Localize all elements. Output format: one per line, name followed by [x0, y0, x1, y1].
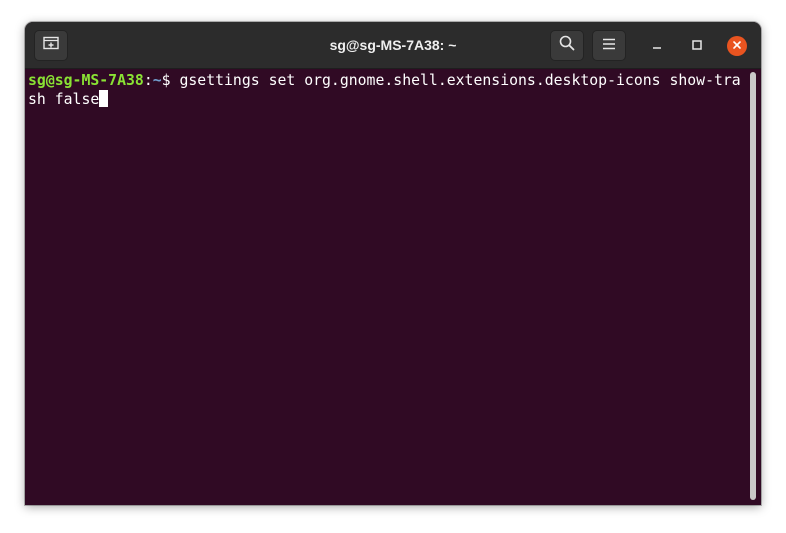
search-button[interactable] — [550, 30, 584, 61]
text-cursor — [99, 90, 109, 107]
minimize-icon — [652, 37, 662, 55]
prompt-user-host: sg@sg-MS-7A38 — [28, 72, 144, 89]
search-icon — [559, 35, 575, 56]
maximize-icon — [692, 37, 702, 55]
new-tab-button[interactable] — [34, 30, 68, 61]
prompt-separator: : — [143, 72, 153, 89]
close-button[interactable] — [727, 36, 747, 56]
command-text-line-1: gsettings set org.gnome.shell.extensions… — [179, 72, 741, 89]
scrollbar-thumb[interactable] — [750, 72, 756, 500]
maximize-button[interactable] — [687, 36, 707, 56]
terminal-area[interactable]: sg@sg-MS-7A38:~$ gsettings set org.gnome… — [25, 69, 761, 505]
minimize-button[interactable] — [647, 36, 667, 56]
hamburger-menu-icon — [602, 37, 616, 55]
terminal-output: sg@sg-MS-7A38:~$ gsettings set org.gnome… — [28, 71, 744, 109]
close-icon — [732, 37, 742, 55]
menu-button[interactable] — [592, 30, 626, 61]
new-tab-icon — [43, 36, 59, 55]
vertical-scrollbar[interactable] — [749, 72, 757, 500]
terminal-window: sg@sg-MS-7A38: ~ sg@sg-MS-7A38:~$ gsetti… — [25, 22, 761, 505]
prompt-path: ~ — [152, 72, 162, 89]
title-bar[interactable]: sg@sg-MS-7A38: ~ — [25, 22, 761, 69]
prompt-symbol: $ — [161, 72, 180, 89]
command-text-line-2: sh false — [28, 91, 100, 108]
